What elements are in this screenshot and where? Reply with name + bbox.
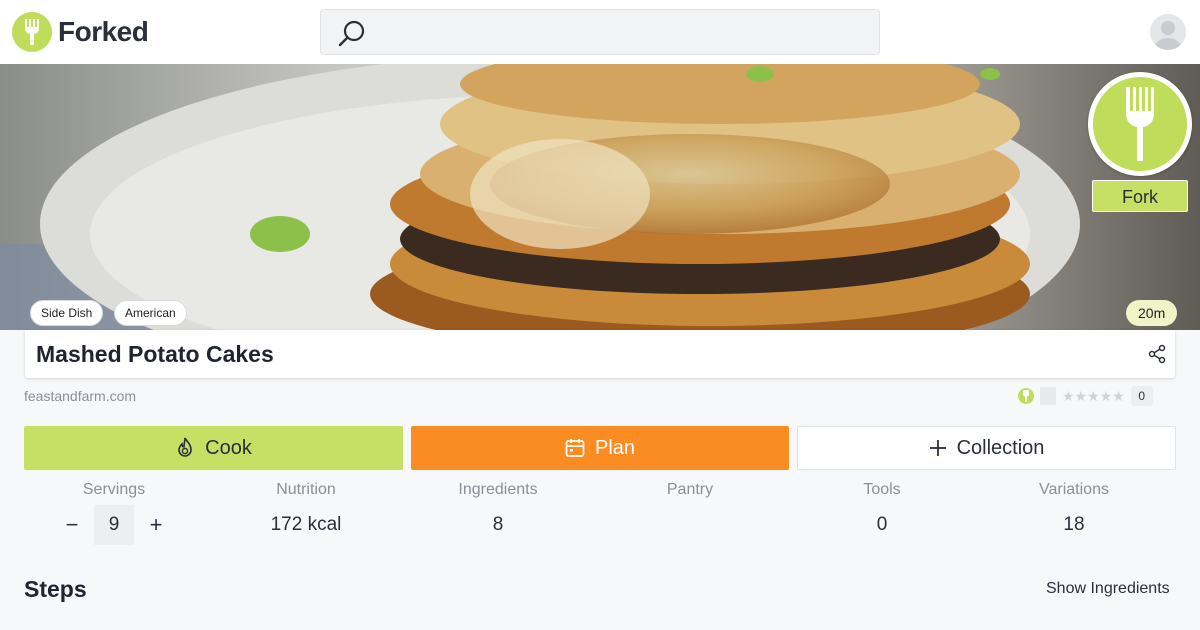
plan-button[interactable]: Plan	[411, 426, 789, 470]
rating: ★★★★★ 0	[1018, 386, 1153, 406]
fork-rating-icon	[1018, 388, 1034, 404]
recipe-source[interactable]: feastandfarm.com	[24, 388, 136, 404]
ingredients-value[interactable]: 8	[402, 514, 594, 536]
flame-icon	[178, 437, 192, 457]
top-bar: Forked	[0, 0, 1200, 64]
plan-label: Plan	[594, 436, 636, 459]
user-icon	[1155, 21, 1181, 50]
logo-text: Forked	[58, 16, 149, 47]
avatar[interactable]	[1150, 14, 1186, 50]
servings-value[interactable]: 9	[94, 505, 134, 545]
nutrition-value[interactable]: 172 kcal	[210, 514, 402, 536]
recipe-title-card: Mashed Potato Cakes	[25, 330, 1175, 378]
cook-label: Cook	[205, 436, 252, 459]
fork-icon	[1126, 87, 1154, 161]
pantry-label: Pantry	[666, 481, 714, 498]
star-icon[interactable]: ★★★★★	[1062, 388, 1125, 405]
steps-heading: Steps	[24, 576, 87, 602]
rating-count: 0	[1130, 386, 1153, 406]
cook-time-badge: 20m	[1126, 300, 1178, 326]
tools-value[interactable]: 0	[786, 514, 978, 536]
recipe-hero-image	[0, 64, 1200, 330]
nutrition-label: Nutrition	[276, 481, 336, 498]
collection-label: Collection	[956, 436, 1045, 459]
tag-american[interactable]: American	[114, 300, 187, 326]
variations-value[interactable]: 18	[978, 514, 1170, 536]
recipe-title: Mashed Potato Cakes	[36, 341, 274, 367]
fork-icon	[12, 12, 52, 52]
rating-box[interactable]	[1040, 387, 1056, 405]
show-ingredients-link[interactable]: Show Ingredients	[1046, 580, 1170, 598]
plus-icon	[929, 440, 946, 456]
share-icon[interactable]	[1147, 344, 1167, 364]
fork-badge[interactable]	[1088, 72, 1192, 176]
cook-button[interactable]: Cook	[24, 426, 403, 470]
fork-button[interactable]: Fork	[1092, 180, 1188, 212]
ingredients-label: Ingredients	[458, 481, 538, 498]
potato-cakes-photo	[0, 64, 1200, 330]
search-bar[interactable]	[320, 9, 880, 55]
search-icon[interactable]	[337, 19, 367, 49]
add-collection-button[interactable]: Collection	[797, 426, 1176, 470]
variations-label: Variations	[1039, 481, 1109, 498]
search-input[interactable]	[381, 10, 871, 54]
tools-label: Tools	[863, 481, 901, 498]
servings-label: Servings	[82, 481, 146, 498]
servings-increase-button[interactable]: +	[144, 510, 168, 540]
servings-decrease-button[interactable]: −	[60, 510, 84, 540]
tag-side-dish[interactable]: Side Dish	[30, 300, 104, 326]
calendar-icon	[565, 439, 585, 457]
logo[interactable]: Forked	[12, 12, 149, 52]
